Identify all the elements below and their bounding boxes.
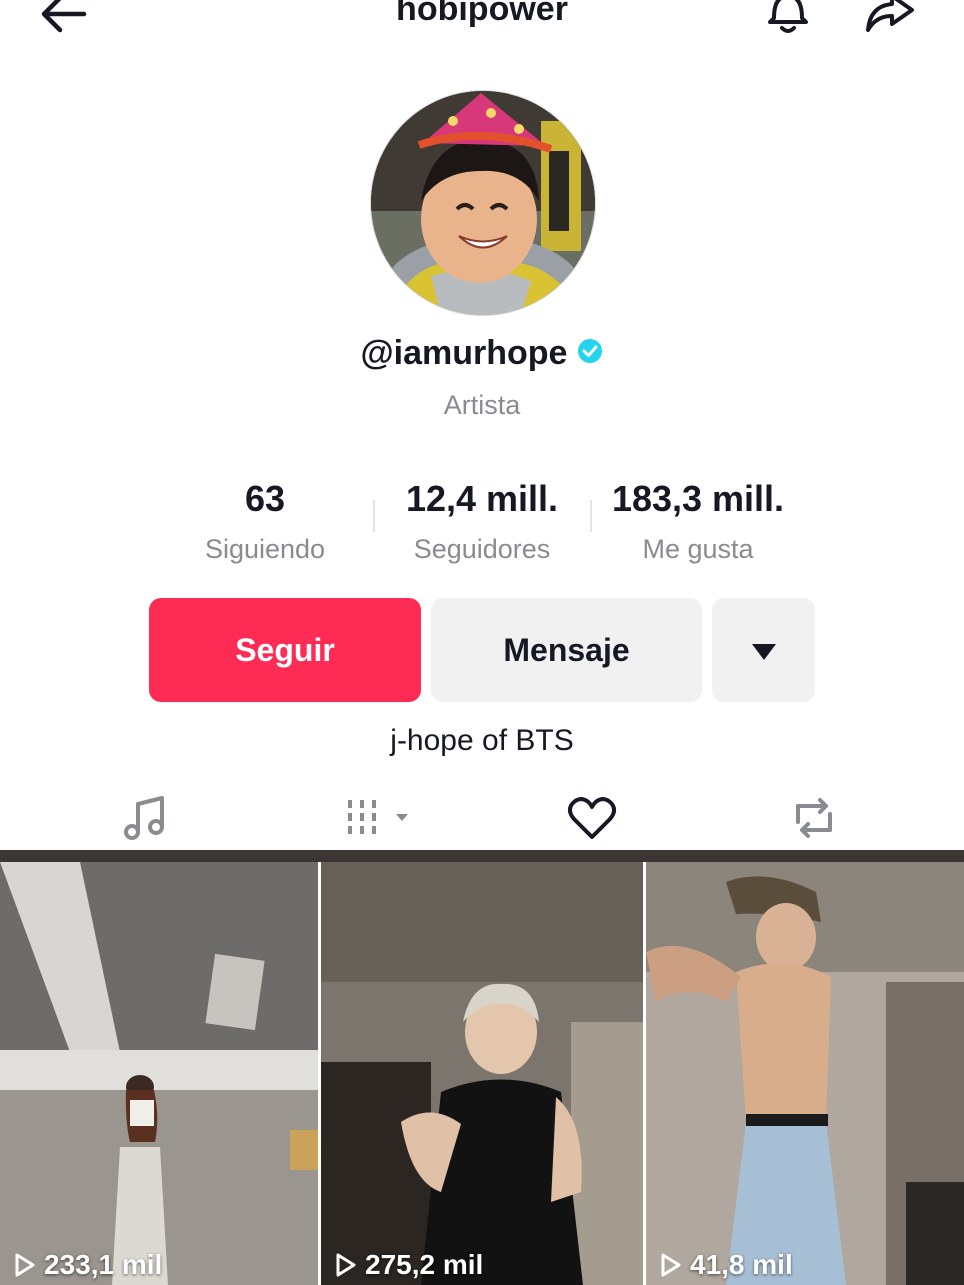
handle-row: @iamurhope [0,334,964,373]
play-icon [15,1253,35,1277]
followers-label: Seguidores [413,534,551,564]
bell-icon[interactable] [762,0,814,40]
stat-following[interactable]: 63 Siguiendo [165,478,365,565]
grid-filter-icon [338,794,418,847]
view-count-text: 275,2 mil [365,1249,484,1280]
view-count-text: 41,8 mil [690,1249,793,1280]
caret-down-icon [751,632,777,669]
account-category: Artista [443,390,521,420]
play-icon [661,1253,681,1277]
video-thumbnail[interactable]: 41,8 mil [646,862,964,1285]
view-count-text: 233,1 mil [44,1249,163,1280]
page-title: hobipower [396,0,568,28]
username-handle: @iamurhope [360,334,568,372]
grid-top-strip [0,850,964,862]
view-count: 275,2 mil [335,1249,483,1281]
tab-videos[interactable] [338,792,418,848]
profile-bio: j-hope of BTS [390,724,574,757]
tab-liked[interactable] [552,792,632,848]
stat-divider [590,500,592,532]
tab-reposts[interactable] [774,792,854,848]
repost-icon [788,794,840,847]
share-icon[interactable] [862,0,914,40]
follow-button[interactable]: Seguir [149,598,421,702]
stat-followers[interactable]: 12,4 mill. Seguidores [382,478,582,565]
music-note-icon [122,794,170,847]
message-button[interactable]: Mensaje [431,598,702,702]
following-label: Siguiendo [204,534,326,564]
video-thumbnail[interactable]: 275,2 mil [321,862,643,1285]
followers-count: 12,4 mill. [405,478,559,519]
tab-music[interactable] [106,792,186,848]
play-icon [336,1253,356,1277]
more-options-button[interactable] [712,598,815,702]
stat-likes: 183,3 mill. Me gusta [598,478,798,565]
following-count: 63 [244,478,286,519]
heart-icon [567,795,617,846]
view-count: 41,8 mil [660,1249,793,1281]
likes-count: 183,3 mill. [611,478,785,519]
likes-label: Me gusta [642,534,754,564]
video-thumbnail[interactable]: 233,1 mil [0,862,318,1285]
view-count: 233,1 mil [14,1249,162,1281]
verified-badge-icon [577,338,603,369]
avatar[interactable] [370,90,596,316]
stat-divider [373,500,375,532]
